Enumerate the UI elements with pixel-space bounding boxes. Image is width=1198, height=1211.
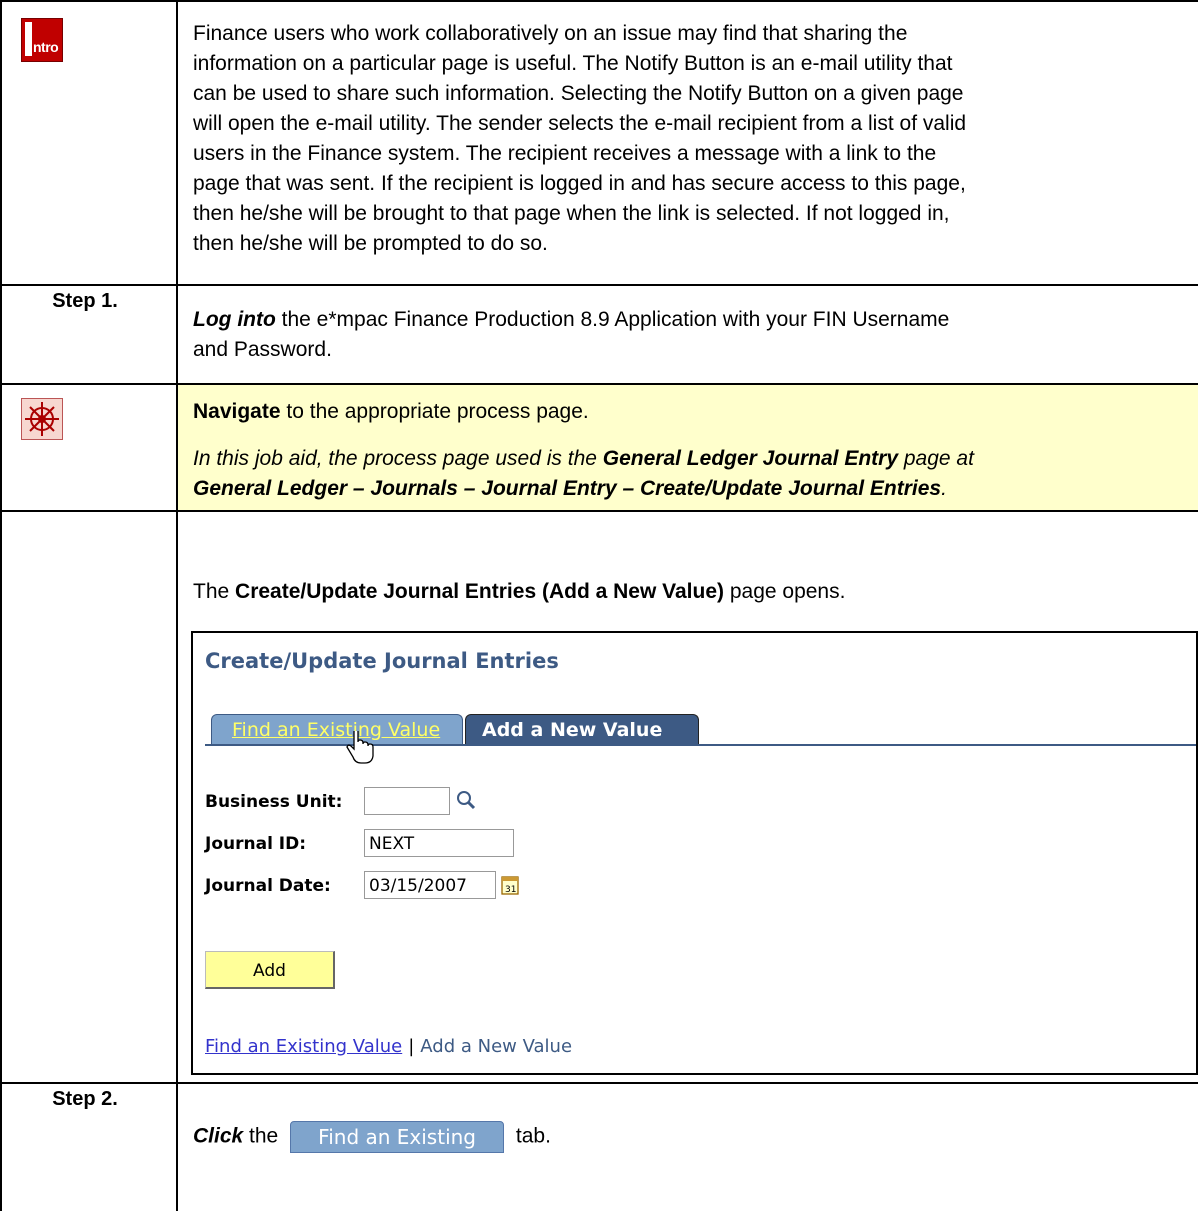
tab-label: Add a New Value — [482, 719, 663, 741]
intro-line: then he/she will be prompted to do so. — [193, 232, 548, 255]
intro-line: page that was sent. If the recipient is … — [193, 172, 966, 195]
navigate-text: to the appropriate process page. — [280, 400, 589, 423]
navigate-action: Navigate — [193, 400, 281, 423]
column-divider — [176, 0, 178, 1211]
tab-label: Find an Existing Value — [232, 719, 441, 741]
link-find-existing-value[interactable]: Find an Existing Value — [205, 1036, 402, 1057]
ships-wheel-icon — [21, 398, 63, 440]
intro-line: then he/she will be brought to that page… — [193, 202, 950, 225]
step1-action: Log into — [193, 308, 276, 331]
row-divider — [0, 1082, 1198, 1084]
navigate-path: General Ledger – Journals – Journal Entr… — [193, 477, 942, 500]
intro-line: can be used to share such information. S… — [193, 82, 964, 105]
page-opens-text: The Create/Update Journal Entries (Add a… — [193, 577, 1183, 607]
intro-icon: ntro — [21, 18, 63, 62]
add-button[interactable]: Add — [205, 951, 335, 989]
opens-page-name: Create/Update Journal Entries (Add a New… — [235, 580, 724, 603]
opens-text: The — [193, 580, 236, 603]
navigate-note-text: In this job aid, the process page used i… — [193, 447, 603, 470]
step1-text: the e*mpac Finance Production 8.9 Applic… — [275, 308, 950, 331]
svg-text:31: 31 — [505, 885, 516, 895]
row-divider — [0, 0, 1198, 2]
step2-action: Click — [193, 1124, 244, 1148]
intro-line: information on a particular page is usef… — [193, 52, 953, 75]
opens-text: page opens. — [724, 580, 846, 603]
step2-text: the — [243, 1124, 285, 1148]
row-divider — [0, 284, 1198, 286]
table-border-left — [0, 0, 2, 1211]
business-unit-label: Business Unit: — [205, 792, 343, 812]
step-label: Step 2. — [52, 1088, 118, 1110]
step2-text: tab. — [510, 1124, 551, 1148]
calendar-icon[interactable]: 31 — [501, 875, 519, 895]
step-label: Step 1. — [52, 290, 118, 312]
journal-date-label: Journal Date: — [205, 876, 331, 896]
embedded-screenshot: Create/Update Journal Entries Find an Ex… — [191, 631, 1198, 1075]
business-unit-input[interactable] — [364, 787, 450, 815]
hand-cursor-icon — [346, 731, 374, 764]
step1-instructions: Log into the e*mpac Finance Production 8… — [193, 305, 1183, 365]
link-separator: | — [408, 1036, 415, 1057]
step2-instructions: Click the Find an Existing Value tab. — [193, 1121, 1183, 1179]
intro-line: users in the Finance system. The recipie… — [193, 142, 937, 165]
navigate-page-name: General Ledger Journal Entry — [602, 447, 899, 470]
navigate-note-text: . — [941, 477, 947, 500]
page-title: Create/Update Journal Entries — [205, 649, 559, 673]
intro-paragraph: Finance users who work collaboratively o… — [193, 19, 1183, 259]
navigate-note: In this job aid, the process page used i… — [193, 444, 1188, 504]
row-divider — [0, 510, 1198, 512]
row-divider — [0, 383, 1198, 385]
document-table: ntro Finance users who work collaborativ… — [0, 0, 1198, 1211]
navigate-instructions: Navigate to the appropriate process page… — [193, 397, 1183, 427]
intro-line: Finance users who work collaboratively o… — [193, 22, 908, 45]
intro-line: will open the e-mail utility. The sender… — [193, 112, 967, 135]
link-add-new-value[interactable]: Add a New Value — [420, 1036, 572, 1057]
inline-find-tab-image: Find an Existing Value — [290, 1121, 505, 1179]
journal-date-input[interactable]: 03/15/2007 — [364, 871, 496, 899]
journal-id-label: Journal ID: — [205, 834, 307, 854]
bottom-links: Find an Existing Value | Add a New Value — [205, 1036, 572, 1057]
tab-find-existing-value[interactable]: Find an Existing Value — [211, 714, 463, 745]
step1-text: and Password. — [193, 338, 332, 361]
journal-id-input[interactable]: NEXT — [364, 829, 514, 857]
navigate-note-text: page at — [898, 447, 974, 470]
search-icon[interactable] — [455, 789, 477, 811]
tab-add-new-value[interactable]: Add a New Value — [465, 714, 699, 745]
